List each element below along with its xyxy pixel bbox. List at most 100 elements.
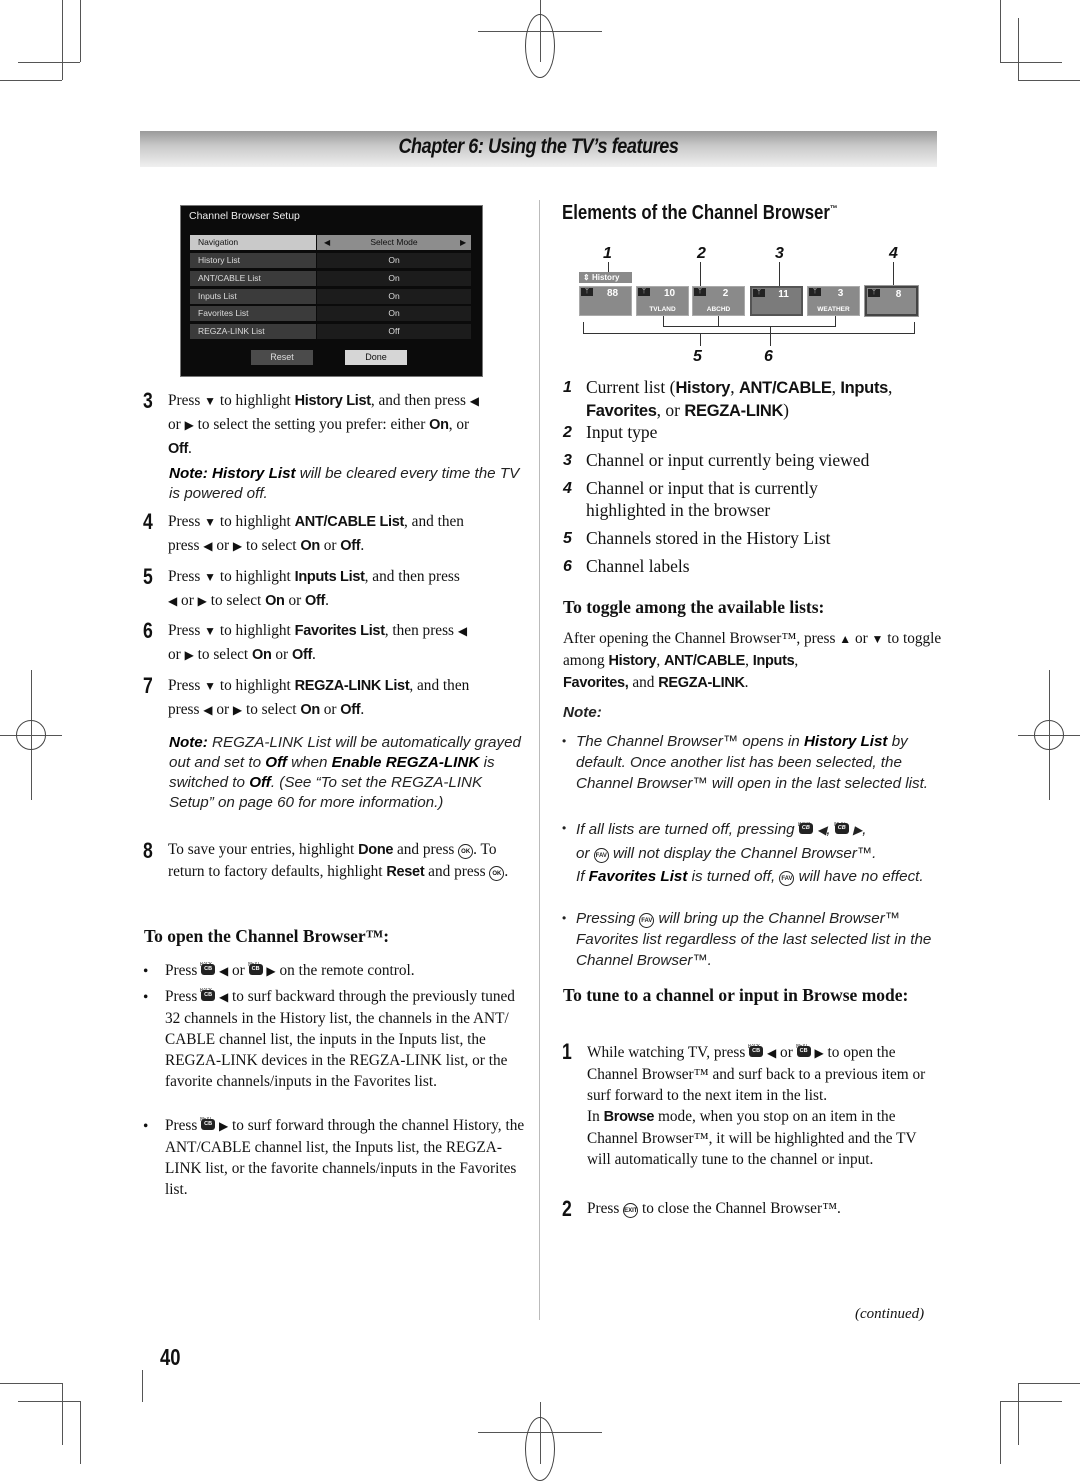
text: Current list (: [586, 377, 676, 397]
right-arrow-icon: ▶: [266, 964, 276, 978]
element-item-6: Channel labels: [586, 556, 690, 576]
text: on the remote control.: [275, 962, 415, 979]
text: is turned off,: [687, 868, 780, 885]
text: , and then: [404, 513, 464, 530]
left-arrow-icon: ◀: [218, 990, 229, 1004]
text: to highlight: [216, 677, 295, 694]
text: ,: [656, 652, 664, 669]
bold-term: Off: [340, 538, 361, 554]
bold-term: Off: [305, 593, 326, 609]
bold-term: Favorites List: [294, 623, 385, 639]
step-7-text: Press ▼ to highlight REGZA-LINK List, an…: [168, 674, 528, 722]
down-arrow-icon: ▼: [204, 515, 217, 529]
text: CB: [796, 1046, 811, 1057]
note-label: Note:: [169, 734, 208, 751]
text: and: [628, 674, 659, 691]
step-number: 4: [143, 509, 153, 534]
bold-term: History List: [294, 393, 371, 409]
osd-row-inputs-list[interactable]: Inputs List On: [190, 289, 471, 304]
text: .: [744, 674, 749, 691]
channel-tile[interactable]: ᛘ 2 ABCHD: [692, 286, 745, 316]
toggle-heading: To toggle among the available lists:: [563, 597, 825, 617]
tile-number: 8: [895, 289, 902, 300]
bold-term: Off: [168, 441, 189, 457]
osd-row-navigation[interactable]: Navigation Select Mode ◀ ▶: [190, 235, 471, 250]
text: .: [312, 646, 316, 663]
text: , then press: [384, 622, 458, 639]
bold-term: ANT/CABLE List: [294, 514, 405, 530]
text: ,: [745, 652, 753, 669]
text: to select the setting you prefer: either: [193, 416, 430, 433]
reset-button[interactable]: Reset: [251, 350, 313, 365]
channel-tile[interactable]: ᛘ 10 TVLAND: [636, 286, 689, 316]
osd-row-value: Select Mode: [317, 235, 471, 250]
down-arrow-icon: ▼: [204, 570, 217, 584]
step-number: 3: [143, 388, 153, 413]
callout-5: 5: [693, 348, 702, 365]
bold-term: On: [429, 417, 449, 433]
text: ,: [862, 821, 867, 838]
text: Press: [168, 677, 205, 694]
osd-row-favorites-list[interactable]: Favorites List On: [190, 306, 471, 321]
text: ,: [888, 377, 893, 397]
bold-term: History: [675, 379, 731, 397]
right-arrow-icon: ▶: [460, 238, 467, 247]
bold-term: History List: [803, 733, 888, 750]
text: or: [851, 630, 872, 647]
osd-row-ant-cable-list[interactable]: ANT/CABLE List On: [190, 271, 471, 286]
left-arrow-icon: ◀: [324, 238, 331, 247]
down-arrow-icon: ▼: [204, 679, 217, 693]
step-number: 6: [143, 618, 153, 643]
bold-term: Off: [291, 647, 313, 663]
tune-step-1: While watching TV, press BACKCB ◀ or NEX…: [587, 1042, 942, 1170]
ok-button-icon: OK: [489, 866, 505, 881]
antenna-icon: ᛘ: [581, 288, 593, 296]
text: will have no effect.: [794, 868, 924, 885]
right-arrow-icon: ▶: [218, 1119, 229, 1133]
step-8-text: To save your entries, highlight Done and…: [168, 839, 528, 883]
next-cb-button-icon: NEXTCB: [834, 822, 849, 835]
open-browser-heading: To open the Channel Browser™:: [144, 926, 390, 946]
channel-tile-current[interactable]: ᛘ 11: [750, 286, 803, 316]
text: or: [576, 845, 594, 862]
text: Press: [165, 988, 202, 1005]
channel-tile-highlighted[interactable]: ᛘ8: [864, 285, 919, 317]
column-divider: [539, 200, 540, 1320]
back-cb-button-icon: BACKCB: [748, 1044, 764, 1058]
item-number: 5: [563, 530, 572, 547]
text: If all lists are turned off, pressing: [576, 821, 799, 838]
channel-tile[interactable]: ᛘ 3 WEATHER: [807, 286, 860, 316]
note-bullet-2: If all lists are turned off, pressing BA…: [576, 818, 942, 888]
step-6-text: Press ▼ to highlight Favorites List, the…: [168, 619, 528, 667]
text: and press: [393, 841, 459, 858]
bold-term: Off: [265, 754, 287, 771]
element-item-2: Input type: [586, 422, 658, 442]
osd-row-regza-link-list[interactable]: REGZA-LINK List Off: [190, 324, 471, 339]
bold-term: Reset: [386, 864, 425, 880]
text: , and then press: [370, 392, 470, 409]
element-item-1: Current list (History, ANT/CABLE, Inputs…: [586, 376, 936, 422]
item-number: 6: [563, 558, 572, 575]
text: or: [319, 537, 341, 554]
text: or: [168, 646, 185, 663]
text: In: [587, 1108, 604, 1125]
done-button[interactable]: Done: [345, 350, 407, 365]
channel-tile[interactable]: ᛘ 88: [579, 286, 632, 316]
text: or: [228, 962, 249, 979]
fav-button-icon: FAV: [593, 848, 609, 863]
text: The Channel Browser™ opens in: [576, 733, 804, 750]
note-label: Note: History List: [169, 465, 296, 482]
text: or: [271, 646, 292, 663]
chapter-title: Chapter 6: Using the TV’s features: [398, 135, 679, 158]
item-number: 2: [563, 424, 572, 441]
text: CB: [248, 964, 263, 975]
back-cb-button-icon: BACKCB: [200, 988, 216, 1002]
osd-row-history-list[interactable]: History List On: [190, 253, 471, 268]
text: Press: [168, 622, 205, 639]
item-number: 4: [563, 480, 572, 497]
right-arrow-icon: ▶: [232, 539, 243, 553]
text: to highlight: [216, 568, 295, 585]
osd-row-label: Favorites List: [190, 306, 316, 321]
bold-term: REGZA-LINK: [658, 675, 745, 691]
text: to select: [193, 646, 253, 663]
